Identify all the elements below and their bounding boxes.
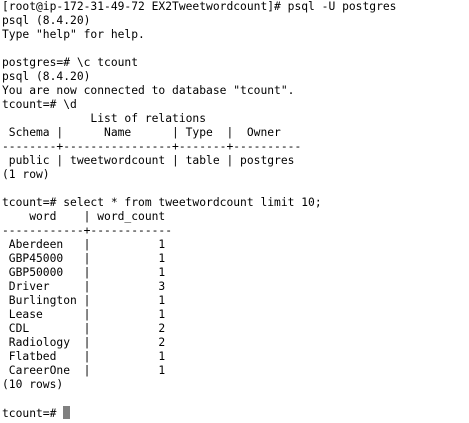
terminal-line: tcount=# \d	[2, 98, 77, 111]
terminal-line: postgres=# \c tcount	[2, 56, 139, 69]
row-count: (1 row)	[2, 168, 50, 181]
table-row: CareerOne | 1	[2, 364, 166, 377]
terminal-line: You are now connected to database "tcoun…	[2, 84, 295, 97]
terminal-line: Type "help" for help.	[2, 28, 145, 41]
terminal-line: psql (8.4.20)	[2, 70, 91, 83]
terminal-line: [root@ip-172-31-49-72 EX2Tweetwordcount]…	[2, 0, 397, 13]
table-title: List of relations	[2, 112, 207, 125]
table-row: Flatbed | 1	[2, 350, 166, 363]
terminal-line: psql (8.4.20)	[2, 14, 91, 27]
table-row: Lease | 1	[2, 308, 166, 321]
table-divider: ------------+------------	[2, 224, 173, 237]
table-divider: --------+----------------+-------+------…	[2, 140, 302, 153]
command-prompt-line[interactable]: tcount=#	[2, 406, 469, 420]
table-row: GBP45000 | 1	[2, 252, 166, 265]
table-row: GBP50000 | 1	[2, 266, 166, 279]
terminal-line: tcount=# select * from tweetwordcount li…	[2, 196, 322, 209]
table-row: CDL | 2	[2, 322, 166, 335]
table-row: Aberdeen | 1	[2, 238, 166, 251]
table-header: word | word_count	[2, 210, 166, 223]
text-cursor	[63, 406, 71, 419]
table-row: Driver | 3	[2, 280, 166, 293]
table-row: Burlington | 1	[2, 294, 166, 307]
table-header: Schema | Name | Type | Owner	[2, 126, 281, 139]
terminal-window[interactable]: [root@ip-172-31-49-72 EX2Tweetwordcount]…	[0, 0, 469, 423]
table-row: Radiology | 2	[2, 336, 166, 349]
prompt-text: tcount=#	[2, 407, 64, 420]
row-count: (10 rows)	[2, 378, 64, 391]
table-row: public | tweetwordcount | table | postgr…	[2, 154, 295, 167]
